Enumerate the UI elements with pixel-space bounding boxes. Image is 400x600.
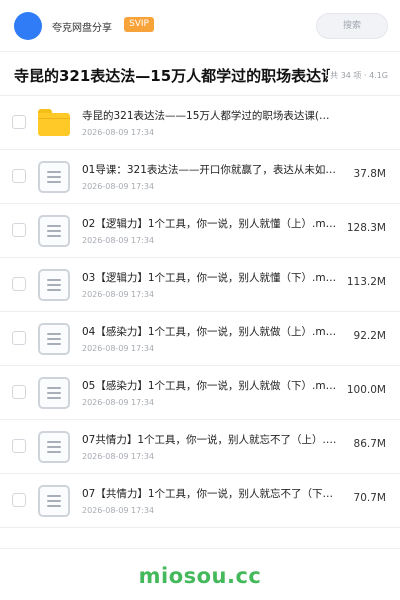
folder-row[interactable]: 寺昆的321表达法——15万人都学过的职场表达课(… 2026-08-09 17:… [0,96,400,150]
file-name[interactable]: 05【感染力】1个工具，你一说，别人就做（下）.m… [82,378,340,393]
file-date: 2026-08-09 17:34 [82,506,155,515]
svip-badge: SVIP [124,17,154,32]
file-date: 2026-08-09 17:34 [82,182,155,191]
file-row[interactable]: 07共情力】1个工具，你一说，别人就忘不了（上）.… 2026-08-09 17:… [0,420,400,474]
file-name[interactable]: 04【感染力】1个工具，你一说，别人就做（上）.m… [82,324,340,339]
file-date: 2026-08-09 17:34 [82,344,155,353]
file-size: 86.7M [353,438,386,450]
watermark-logo: miosou.cc [138,564,262,588]
file-row[interactable]: 02【逻辑力】1个工具，你一说，别人就懂（上）.m… 2026-08-09 17:… [0,204,400,258]
page-title: 寺昆的321表达法—15万人都学过的职场表达课 [14,67,330,85]
file-row[interactable]: 01导课：321表达法——开口你就赢了，表达从未如… 2026-08-09 17:… [0,150,400,204]
file-size: 113.2M [346,276,386,288]
file-date: 2026-08-09 17:34 [82,452,155,461]
file-size: 70.7M [353,492,386,504]
row-checkbox[interactable] [12,331,26,345]
document-icon [38,269,70,301]
file-row[interactable]: 07【共情力】1个工具，你一说，别人就忘不了（下）… 2026-08-09 17:… [0,474,400,528]
file-date: 2026-08-09 17:34 [82,398,155,407]
document-icon [38,377,70,409]
file-date: 2026-08-09 17:34 [82,290,155,299]
share-meta: 共 34 项 · 4.1G [328,70,388,81]
file-row[interactable]: 05【感染力】1个工具，你一说，别人就做（下）.m… 2026-08-09 17:… [0,366,400,420]
file-name[interactable]: 03【逻辑力】1个工具，你一说，别人就懂（下）.m… [82,270,340,285]
file-size: 100.0M [346,384,386,396]
file-name[interactable]: 07【共情力】1个工具，你一说，别人就忘不了（下）… [82,486,340,501]
document-icon [38,161,70,193]
file-size: 128.3M [346,222,386,234]
avatar[interactable] [14,12,42,40]
row-checkbox[interactable] [12,169,26,183]
search-input[interactable] [316,13,388,39]
file-name[interactable]: 01导课：321表达法——开口你就赢了，表达从未如… [82,162,340,177]
file-date: 2026-08-09 17:34 [82,128,155,137]
row-checkbox[interactable] [12,277,26,291]
footer: miosou.cc [0,548,400,600]
file-size: 37.8M [353,168,386,180]
document-icon [38,215,70,247]
row-checkbox[interactable] [12,493,26,507]
file-name[interactable]: 02【逻辑力】1个工具，你一说，别人就懂（上）.m… [82,216,340,231]
document-icon [38,485,70,517]
file-size: 92.2M [353,330,386,342]
app-header: 夸克网盘分享 SVIP [0,0,400,52]
username: 夸克网盘分享 [52,23,112,34]
file-name[interactable]: 07共情力】1个工具，你一说，别人就忘不了（上）.… [82,432,340,447]
share-title-bar: 寺昆的321表达法—15万人都学过的职场表达课 共 34 项 · 4.1G [0,52,400,96]
document-icon [38,323,70,355]
file-date: 2026-08-09 17:34 [82,236,155,245]
file-row[interactable]: 03【逻辑力】1个工具，你一说，别人就懂（下）.m… 2026-08-09 17:… [0,258,400,312]
row-checkbox[interactable] [12,385,26,399]
row-checkbox[interactable] [12,439,26,453]
document-icon [38,431,70,463]
row-checkbox[interactable] [12,223,26,237]
row-checkbox[interactable] [12,115,26,129]
folder-icon [38,109,70,136]
file-row[interactable]: 04【感染力】1个工具，你一说，别人就做（上）.m… 2026-08-09 17:… [0,312,400,366]
file-name[interactable]: 寺昆的321表达法——15万人都学过的职场表达课(… [82,108,340,123]
